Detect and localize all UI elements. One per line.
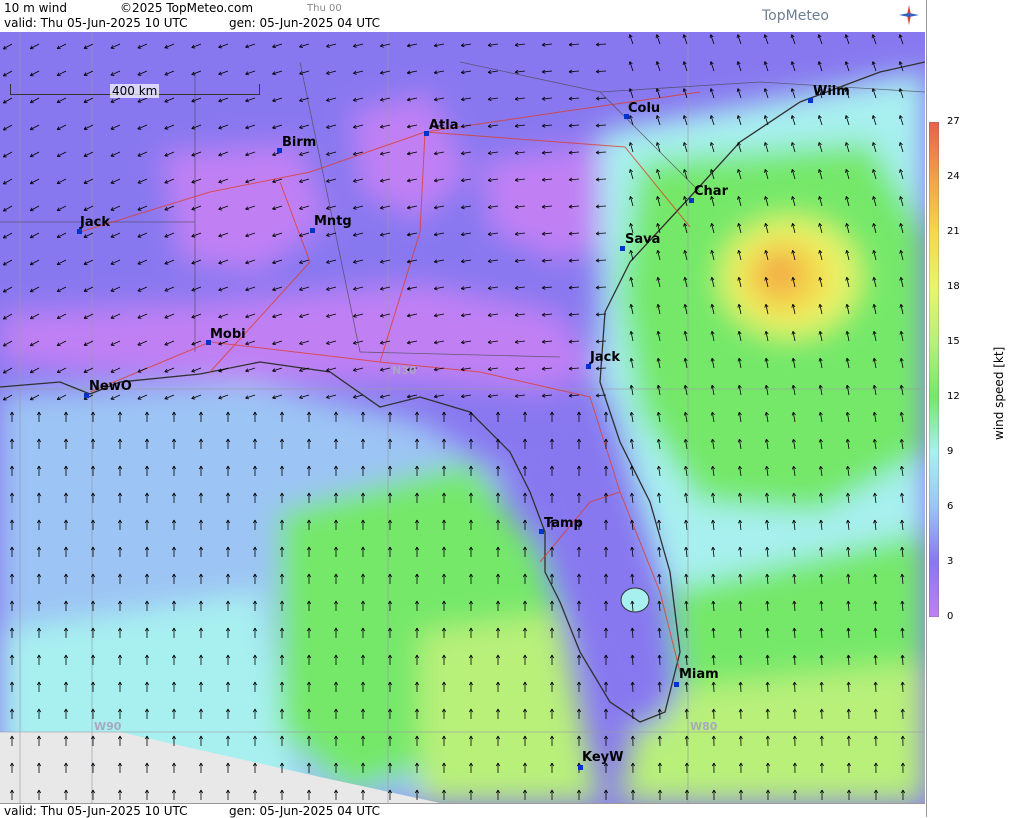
city-marker (578, 765, 583, 770)
wind-map[interactable]: 400 km N30 W90 W80 Atla Birm Colu Wilm C… (0, 32, 925, 803)
city-label-colu[interactable]: Colu (628, 101, 660, 116)
brand-compass-icon (898, 4, 920, 26)
legend-tick-label: 27 (947, 116, 960, 127)
city-label-tamp[interactable]: Tamp (544, 516, 583, 531)
city-label-sava[interactable]: Sava (625, 232, 660, 247)
copyright-label: ©2025 TopMeteo.com (120, 1, 253, 15)
scale-bar-label: 400 km (110, 84, 159, 98)
color-scale-bar (929, 122, 939, 617)
legend-tick-label: 3 (947, 556, 953, 567)
latitude-label-n30: N30 (392, 364, 417, 377)
legend-axis-title: wind speed [kt] (992, 347, 1006, 440)
city-label-wilm[interactable]: Wilm (813, 84, 850, 99)
generation-time: gen: 05-Jun-2025 04 UTC (229, 16, 380, 30)
brand-logo-text: TopMeteo (762, 8, 829, 24)
legend-tick-label: 21 (947, 226, 960, 237)
valid-time: valid: Thu 05-Jun-2025 10 UTC (4, 16, 188, 30)
longitude-label-w90: W90 (94, 720, 121, 733)
frame-label: Thu 00 (307, 3, 342, 14)
legend-tick-label: 18 (947, 281, 960, 292)
city-label-mobi[interactable]: Mobi (210, 327, 246, 342)
city-label-char[interactable]: Char (694, 184, 728, 199)
variable-label: 10 m wind (4, 1, 67, 15)
wind-field-canvas (0, 32, 925, 803)
footer-generation-time: gen: 05-Jun-2025 04 UTC (229, 804, 380, 818)
legend-tick-label: 9 (947, 446, 953, 457)
legend-tick-label: 15 (947, 336, 960, 347)
city-label-atla[interactable]: Atla (429, 118, 459, 133)
footer-valid-time: valid: Thu 05-Jun-2025 10 UTC (4, 804, 188, 818)
city-label-newo[interactable]: NewO (89, 379, 132, 394)
city-label-mntg[interactable]: Mntg (314, 214, 352, 229)
legend-tick-label: 24 (947, 171, 960, 182)
legend-tick-label: 6 (947, 501, 953, 512)
map-header: 10 m wind ©2025 TopMeteo.com Thu 00 vali… (0, 0, 925, 33)
city-marker (674, 682, 679, 687)
city-label-jack-fl[interactable]: Jack (590, 350, 620, 365)
city-label-keyw[interactable]: KeyW (582, 750, 623, 765)
city-label-birm[interactable]: Birm (282, 135, 316, 150)
map-footer: valid: Thu 05-Jun-2025 10 UTC gen: 05-Ju… (0, 803, 925, 818)
city-label-miam[interactable]: Miam (679, 667, 719, 682)
longitude-label-w80: W80 (690, 720, 717, 733)
city-label-jack-ms[interactable]: Jack (80, 215, 110, 230)
legend-tick-label: 0 (947, 611, 953, 622)
legend-tick-label: 12 (947, 391, 960, 402)
